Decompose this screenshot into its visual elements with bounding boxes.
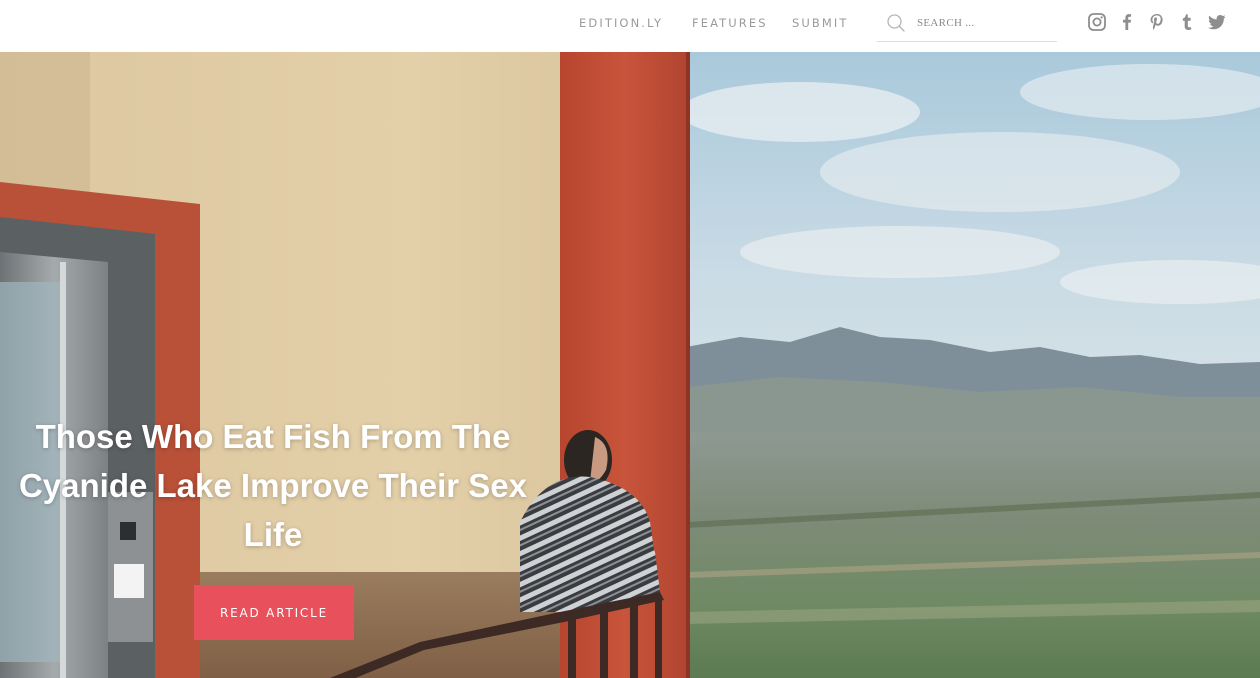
nav-link-edition[interactable]: EDITION.LY: [579, 16, 663, 30]
hero-title[interactable]: Those Who Eat Fish From The Cyanide Lake…: [18, 412, 528, 559]
search-box: [877, 8, 1057, 42]
instagram-icon[interactable]: [1087, 12, 1107, 32]
hero-image: [0, 52, 1260, 678]
facebook-icon[interactable]: [1117, 12, 1137, 32]
hero-section: Those Who Eat Fish From The Cyanide Lake…: [0, 52, 1260, 678]
page: EDITION.LY FEATURES SUBMIT SEARCH ... Th…: [0, 0, 1260, 678]
read-article-button[interactable]: READ ARTICLE: [194, 585, 354, 640]
site-header: EDITION.LY FEATURES SUBMIT: [0, 0, 1260, 52]
search-input[interactable]: [917, 15, 1053, 31]
twitter-icon[interactable]: [1207, 12, 1227, 32]
search-icon[interactable]: [886, 13, 906, 33]
tumblr-icon[interactable]: [1177, 12, 1197, 32]
pinterest-icon[interactable]: [1147, 12, 1167, 32]
nav-link-features[interactable]: FEATURES: [692, 16, 768, 30]
nav-link-submit[interactable]: SUBMIT: [792, 16, 849, 30]
